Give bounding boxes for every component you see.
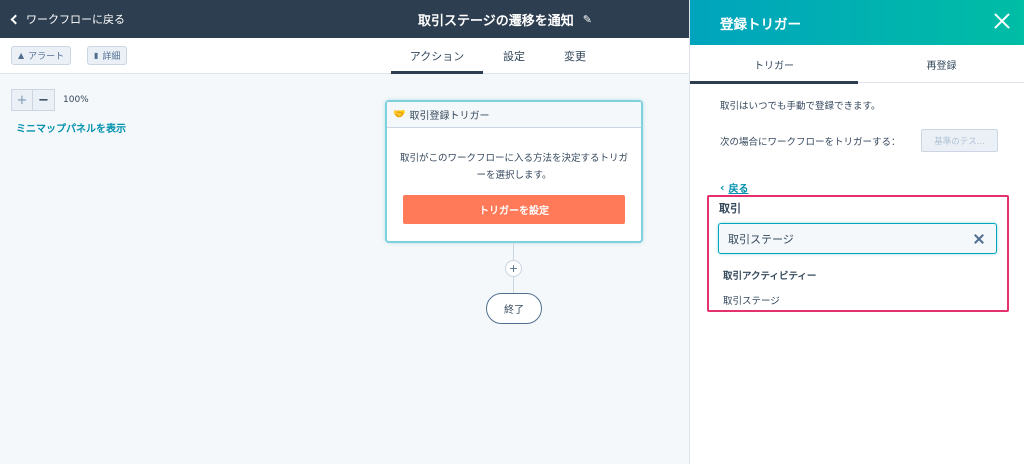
trigger-card-header: 🤝 取引登録トリガー <box>387 102 641 128</box>
panel-header: 登録トリガー <box>690 0 1024 45</box>
top-header: ワークフローに戻る 取引ステージの遷移を通知 ✎ <box>0 0 689 38</box>
tab-changes-label: 変更 <box>564 50 586 63</box>
workflow-toolbar: ▲ アラート ▮ 詳細 アクション 設定 変更 <box>0 38 689 74</box>
back-button-label: 戻る <box>728 184 749 195</box>
alert-button[interactable]: ▲ アラート <box>11 46 72 65</box>
close-icon[interactable] <box>992 11 1012 31</box>
enrollment-trigger-card[interactable]: 🤝 取引登録トリガー 取引がこのワークフローに入る方法を決定するトリガーを選択し… <box>385 100 643 243</box>
add-action-button[interactable]: + <box>505 260 522 277</box>
zoom-level: 100% <box>63 95 89 105</box>
back-to-workflows-link[interactable]: ワークフローに戻る <box>10 0 125 38</box>
back-button[interactable]: ‹ 戻る <box>720 180 749 195</box>
trigger-when-text: 次の場合にワークフローをトリガーする： <box>720 137 901 148</box>
filter-group-label: 取引 <box>719 202 741 215</box>
workflow-title[interactable]: 取引ステージの遷移を通知 ✎ <box>418 0 592 38</box>
details-button-label: 詳細 <box>102 52 121 62</box>
tab-actions[interactable]: アクション <box>391 38 483 74</box>
panel-title: 登録トリガー <box>720 16 801 33</box>
property-search-input[interactable] <box>719 224 959 253</box>
warning-icon: ▲ <box>18 51 25 60</box>
manual-enroll-text: 取引はいつでも手動で登録できます。 <box>720 101 881 112</box>
tab-settings[interactable]: 設定 <box>503 38 525 74</box>
tab-re-enrollment-label: 再登録 <box>926 60 957 72</box>
test-criteria-button[interactable]: 基準のテス... <box>921 129 998 152</box>
handshake-icon: 🤝 <box>393 109 406 120</box>
zoom-in-button[interactable]: + <box>11 89 33 111</box>
back-to-workflows-label: ワークフローに戻る <box>26 13 125 26</box>
show-minimap-link[interactable]: ミニマップパネルを表示 <box>16 120 126 135</box>
trigger-card-title: 取引登録トリガー <box>409 111 490 122</box>
pencil-icon[interactable]: ✎ <box>583 13 592 26</box>
connector-line <box>513 243 514 260</box>
tab-changes[interactable]: 変更 <box>564 38 586 74</box>
tab-trigger[interactable]: トリガー <box>690 45 858 84</box>
chevron-left-icon: ‹ <box>720 181 725 194</box>
set-trigger-button[interactable]: トリガーを設定 <box>403 195 625 224</box>
zoom-controls: + − 100% <box>11 89 89 111</box>
workflow-title-text: 取引ステージの遷移を通知 <box>418 13 574 29</box>
tab-actions-label: アクション <box>409 50 465 63</box>
tab-trigger-label: トリガー <box>754 60 794 72</box>
end-node: 終了 <box>486 293 542 324</box>
tab-settings-label: 設定 <box>503 50 525 63</box>
tab-re-enrollment[interactable]: 再登録 <box>858 45 1024 83</box>
zoom-out-button[interactable]: − <box>33 89 55 111</box>
chevron-left-icon <box>10 14 21 25</box>
connector-line <box>513 277 514 293</box>
bar-chart-icon: ▮ <box>94 51 99 60</box>
trigger-card-description: 取引がこのワークフローに入る方法を決定するトリガーを選択します。 <box>399 153 628 181</box>
result-group-heading: 取引アクティビティー <box>723 271 817 282</box>
property-search-box[interactable] <box>718 223 997 254</box>
result-item-deal-stage[interactable]: 取引ステージ <box>723 293 780 307</box>
clear-icon[interactable] <box>973 233 985 245</box>
alert-button-label: アラート <box>28 52 65 62</box>
panel-tabs: トリガー 再登録 <box>690 45 1024 84</box>
details-button[interactable]: ▮ 詳細 <box>87 46 128 65</box>
